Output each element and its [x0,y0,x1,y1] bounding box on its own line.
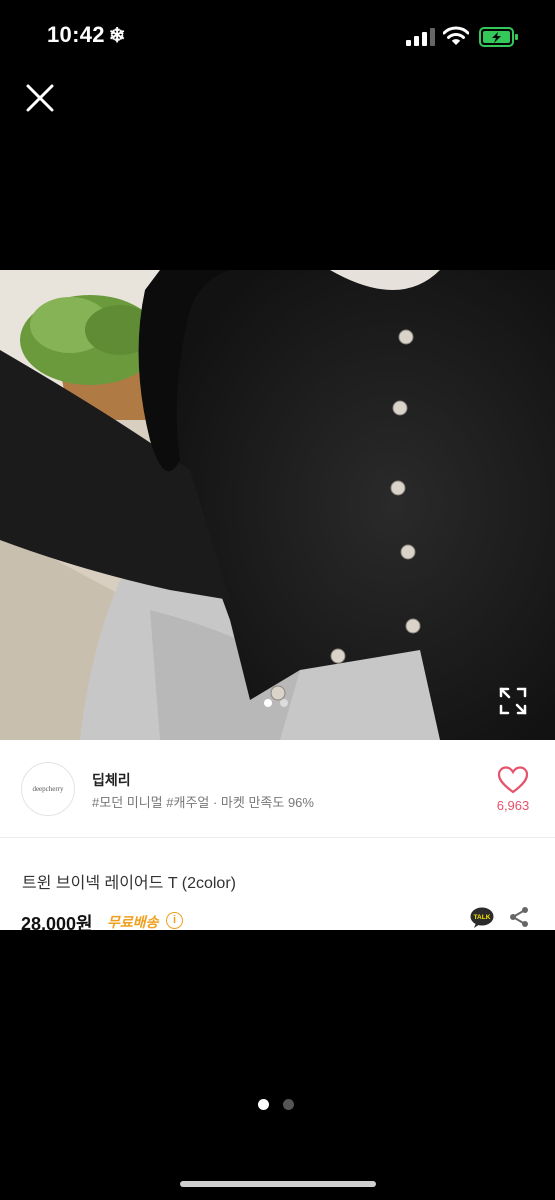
store-info[interactable]: deepcherry 딥체리 #모던 미니멀 #캐주얼 · 마켓 만족도 96%… [0,740,555,838]
product-price: 28,000원 [21,914,93,930]
like-count: 6,963 [496,798,530,813]
product-photo[interactable] [0,270,555,740]
page-indicator[interactable] [258,1099,298,1111]
share-icon[interactable] [508,906,530,928]
status-time-text: 10:42 [47,22,105,47]
heart-icon [498,766,528,794]
page-dot-active[interactable] [258,1099,269,1110]
product-card: deepcherry 딥체리 #모던 미니멀 #캐주얼 · 마켓 만족도 96%… [0,270,555,930]
page-dot-inactive[interactable] [283,1099,294,1110]
expand-icon[interactable] [497,685,529,717]
info-icon[interactable]: i [166,912,183,929]
home-indicator[interactable] [180,1181,376,1187]
talk-label: TALK [474,914,491,921]
close-button[interactable] [20,78,60,118]
snowflake-icon: ❄ [108,25,126,47]
status-bar: 10:42 ❄ [0,0,555,75]
kakaotalk-icon[interactable]: TALK [470,907,494,929]
shipping-badge: 무료배송 [107,914,159,930]
wifi-icon [443,26,469,45]
battery-charging-icon [479,27,518,47]
cellular-signal-icon [406,28,435,46]
store-tags: #모던 미니멀 #캐주얼 · 마켓 만족도 96% [92,795,314,810]
like-button[interactable]: 6,963 [488,766,538,822]
product-title: 트윈 브이넥 레이어드 T (2color) [22,875,236,892]
store-name[interactable]: 딥체리 [92,770,131,790]
store-avatar[interactable]: deepcherry [21,762,75,816]
store-avatar-text: deepcherry [32,785,64,793]
photo-carousel-dots [264,699,288,707]
status-time: 10:42 ❄ [47,22,126,48]
